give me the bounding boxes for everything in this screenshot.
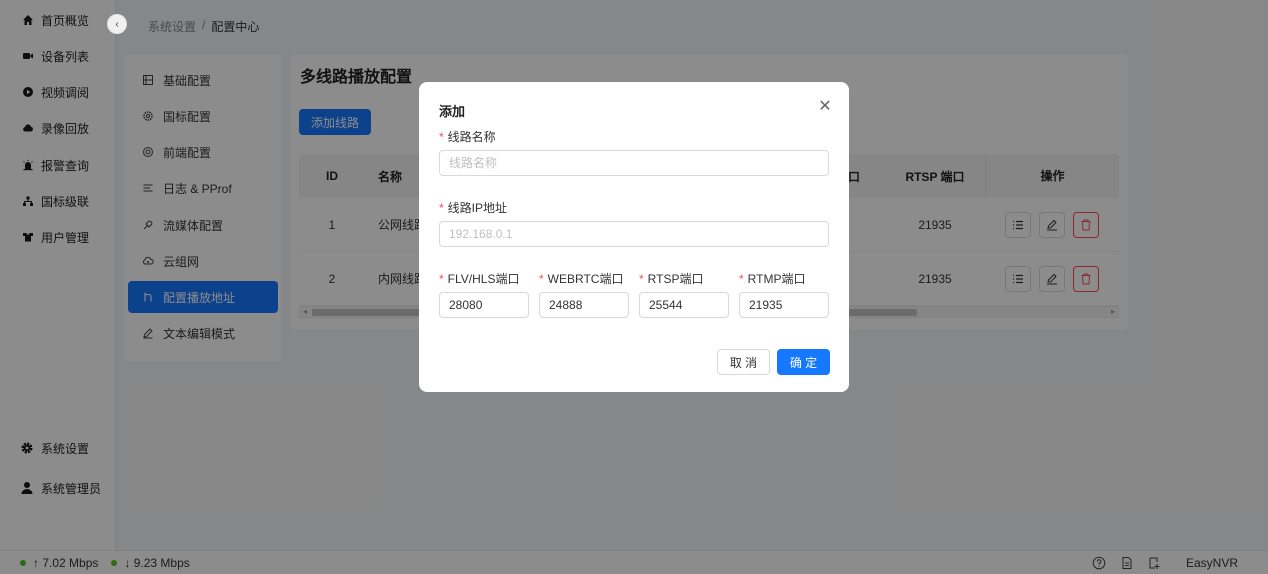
ip-label-text: 线路IP地址 <box>447 201 508 215</box>
webrtc-port-label-text: WEBRTC端口 <box>547 272 624 286</box>
rtsp-port-input[interactable] <box>639 292 729 318</box>
confirm-button[interactable]: 确 定 <box>777 349 830 375</box>
cancel-button[interactable]: 取 消 <box>717 349 770 375</box>
rtmp-port-label: * RTMP端口 <box>739 270 805 287</box>
name-label: * 线路名称 <box>439 128 496 145</box>
close-button[interactable]: ✕ <box>815 96 835 116</box>
required-mark: * <box>439 272 444 286</box>
add-line-dialog: 添加 ✕ *线路名称 *线路IP地址 *FLV/HLS端口 *WEBRTC端口 … <box>419 82 849 392</box>
flv-port-input[interactable] <box>439 292 529 318</box>
flv-port-label: * FLV/HLS端口 <box>439 270 519 287</box>
webrtc-port-label: * WEBRTC端口 <box>539 270 623 287</box>
rtmp-port-input[interactable] <box>739 292 829 318</box>
collapse-sidebar-button[interactable]: ‹ <box>107 14 127 34</box>
required-mark: * <box>739 272 744 286</box>
name-label-text: 线路名称 <box>447 130 496 144</box>
dialog-title: 添加 <box>439 104 466 119</box>
ip-label: * 线路IP地址 <box>439 199 507 216</box>
required-mark: * <box>439 130 444 144</box>
chevron-left-icon: ‹ <box>115 18 119 30</box>
webrtc-port-input[interactable] <box>539 292 629 318</box>
rtmp-port-label-text: RTMP端口 <box>747 272 806 286</box>
required-mark: * <box>639 272 644 286</box>
rtsp-port-label: * RTSP端口 <box>639 270 703 287</box>
line-ip-input[interactable] <box>439 221 829 247</box>
required-mark: * <box>539 272 544 286</box>
rtsp-port-label-text: RTSP端口 <box>647 272 704 286</box>
close-icon: ✕ <box>818 98 832 115</box>
required-mark: * <box>439 201 444 215</box>
line-name-input[interactable] <box>439 150 829 176</box>
flv-port-label-text: FLV/HLS端口 <box>447 272 520 286</box>
